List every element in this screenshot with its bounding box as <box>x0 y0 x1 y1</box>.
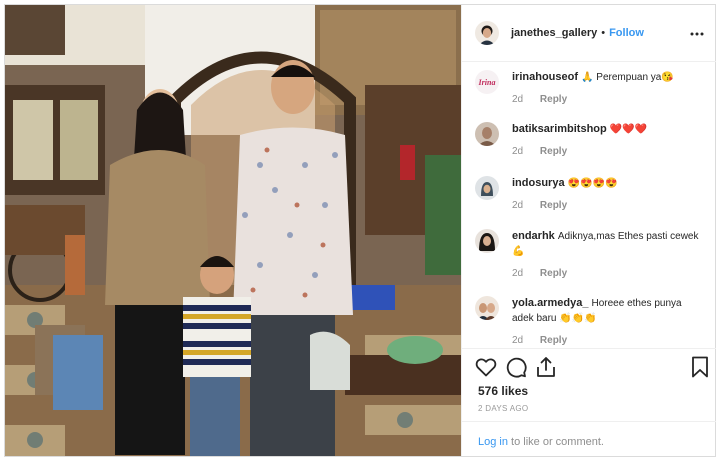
photo-illustration <box>5 5 461 456</box>
bookmark-icon[interactable] <box>688 355 712 379</box>
follow-button[interactable]: Follow <box>609 27 644 39</box>
heart-icon[interactable] <box>474 355 498 379</box>
reply-button[interactable]: Reply <box>540 94 567 105</box>
comment-time[interactable]: 2d <box>512 335 523 346</box>
user-avatar[interactable] <box>475 176 499 200</box>
reply-button[interactable]: Reply <box>540 268 567 279</box>
share-icon[interactable] <box>534 355 558 379</box>
login-prompt-text: to like or comment. <box>507 436 604 448</box>
post-actions: 576 likes 2 DAYS AGO Log in to like or c… <box>462 348 716 460</box>
comment-meta: 2d Reply <box>512 268 581 279</box>
comment-body: indosurya 😍😍😍😍 <box>512 176 702 191</box>
comment-meta: 2d Reply <box>512 200 581 211</box>
user-avatar[interactable] <box>475 122 499 146</box>
post-photo[interactable] <box>5 5 461 456</box>
reply-button[interactable]: Reply <box>540 200 567 211</box>
comment-username[interactable]: batiksarimbitshop <box>512 123 607 135</box>
comment-meta: 2d Reply <box>512 335 581 346</box>
comment-username[interactable]: endarhk <box>512 230 555 242</box>
comment-text: 🙏 Perempuan ya😘 <box>581 72 674 83</box>
comment-text: ❤️❤️❤️ <box>609 124 648 135</box>
comment-bubble-icon[interactable] <box>504 355 528 379</box>
more-options-icon[interactable] <box>690 27 704 41</box>
instagram-post: janethes_gallery • Follow Irina irinahou… <box>4 4 716 457</box>
comment-text: 😍😍😍😍 <box>567 178 618 189</box>
comment-time[interactable]: 2d <box>512 94 523 105</box>
author-avatar[interactable] <box>475 21 499 45</box>
comment-time[interactable]: 2d <box>512 200 523 211</box>
comment-body: irinahouseof 🙏 Perempuan ya😘 <box>512 70 702 85</box>
comments-list[interactable]: Irina irinahouseof 🙏 Perempuan ya😘 2d Re… <box>462 62 716 348</box>
comment-username[interactable]: irinahouseof <box>512 71 578 83</box>
likes-count[interactable]: 576 likes <box>478 384 528 398</box>
comment-body: batiksarimbitshop ❤️❤️❤️ <box>512 122 702 137</box>
comment-time[interactable]: 2d <box>512 146 523 157</box>
user-avatar[interactable] <box>475 229 499 253</box>
brand-logo-text: Irina <box>478 78 496 87</box>
post-timestamp[interactable]: 2 DAYS AGO <box>478 404 528 413</box>
comment-meta: 2d Reply <box>512 146 581 157</box>
comment-body: yola.armedya_ Horeee ethes punya adek ba… <box>512 296 702 326</box>
post-header: janethes_gallery • Follow <box>462 5 716 62</box>
comment-body: endarhk Adiknya,mas Ethes pasti cewek 💪 <box>512 229 702 259</box>
user-avatar[interactable] <box>475 296 499 320</box>
login-prompt: Log in to like or comment. <box>462 421 716 457</box>
post-sidebar: janethes_gallery • Follow Irina irinahou… <box>461 5 716 456</box>
login-link[interactable]: Log in <box>478 436 508 448</box>
separator-dot: • <box>601 27 606 39</box>
reply-button[interactable]: Reply <box>540 335 567 346</box>
brand-logo-avatar[interactable]: Irina <box>475 70 499 94</box>
comment-username[interactable]: indosurya <box>512 177 565 189</box>
reply-button[interactable]: Reply <box>540 146 567 157</box>
comment-username[interactable]: yola.armedya_ <box>512 297 588 309</box>
comment-time[interactable]: 2d <box>512 268 523 279</box>
comment-meta: 2d Reply <box>512 94 581 105</box>
action-icons <box>474 355 708 383</box>
author-username[interactable]: janethes_gallery <box>511 27 597 39</box>
